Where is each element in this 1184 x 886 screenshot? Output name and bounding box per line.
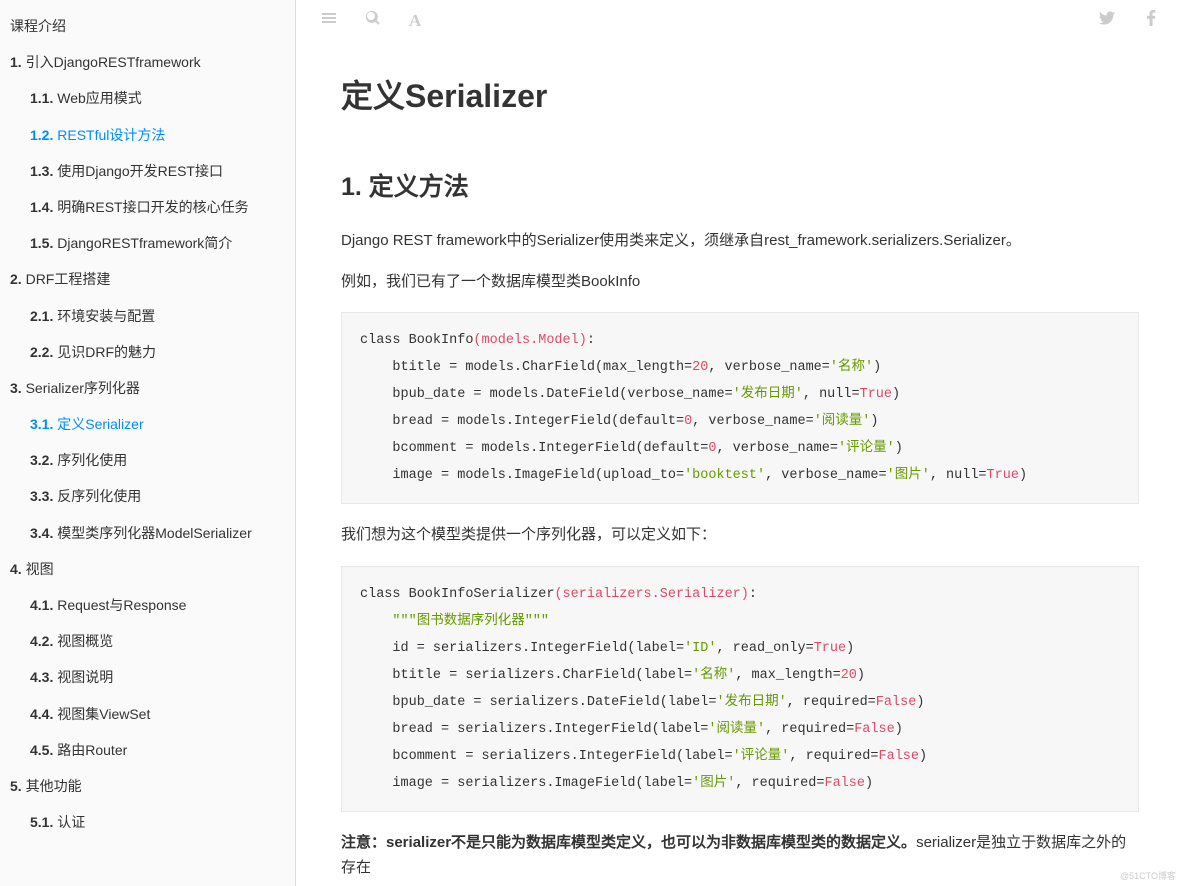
nav-item-8[interactable]: 2.1. 环境安装与配置	[0, 298, 295, 334]
nav-item-11[interactable]: 3.1. 定义Serializer	[0, 406, 295, 442]
main-content: A 定义Serializer 1. 定义方法 Django REST frame…	[296, 0, 1184, 886]
nav-item-21[interactable]: 5. 其他功能	[0, 768, 295, 804]
nav-item-17[interactable]: 4.2. 视图概览	[0, 623, 295, 659]
code-block-1: class BookInfo(models.Model): btitle = m…	[341, 312, 1139, 504]
watermark: @51CTO博客	[1120, 869, 1176, 882]
twitter-icon[interactable]	[1099, 10, 1115, 31]
nav-item-3[interactable]: 1.2. RESTful设计方法	[0, 117, 295, 153]
paragraph: Django REST framework中的Serializer使用类来定义，…	[341, 228, 1139, 254]
nav-item-16[interactable]: 4.1. Request与Response	[0, 587, 295, 623]
code-block-2: class BookInfoSerializer(serializers.Ser…	[341, 566, 1139, 812]
nav-item-14[interactable]: 3.4. 模型类序列化器ModelSerializer	[0, 515, 295, 551]
nav-item-22[interactable]: 5.1. 认证	[0, 804, 295, 840]
section-heading-1: 1. 定义方法	[341, 167, 1139, 203]
nav-item-6[interactable]: 1.5. DjangoRESTframework简介	[0, 225, 295, 261]
nav-item-12[interactable]: 3.2. 序列化使用	[0, 442, 295, 478]
nav-item-19[interactable]: 4.4. 视图集ViewSet	[0, 696, 295, 732]
paragraph: 例如，我们已有了一个数据库模型类BookInfo	[341, 269, 1139, 295]
nav-item-18[interactable]: 4.3. 视图说明	[0, 659, 295, 695]
nav-item-5[interactable]: 1.4. 明确REST接口开发的核心任务	[0, 189, 295, 225]
nav-item-4[interactable]: 1.3. 使用Django开发REST接口	[0, 153, 295, 189]
paragraph-emphasis: 注意：serializer不是只能为数据库模型类定义，也可以为非数据库模型类的数…	[341, 830, 1139, 881]
font-icon[interactable]: A	[409, 11, 421, 31]
nav-item-2[interactable]: 1.1. Web应用模式	[0, 80, 295, 116]
toolbar: A	[296, 0, 1184, 41]
nav-item-0[interactable]: 课程介绍	[0, 8, 295, 44]
paragraph: 我们想为这个模型类提供一个序列化器，可以定义如下：	[341, 522, 1139, 548]
nav-item-13[interactable]: 3.3. 反序列化使用	[0, 478, 295, 514]
page-title: 定义Serializer	[341, 71, 1139, 117]
nav-item-7[interactable]: 2. DRF工程搭建	[0, 261, 295, 297]
nav-item-9[interactable]: 2.2. 见识DRF的魅力	[0, 334, 295, 370]
nav-item-1[interactable]: 1. 引入DjangoRESTframework	[0, 44, 295, 80]
search-icon[interactable]	[365, 10, 381, 31]
nav-item-20[interactable]: 4.5. 路由Router	[0, 732, 295, 768]
nav-item-15[interactable]: 4. 视图	[0, 551, 295, 587]
sidebar-nav[interactable]: 课程介绍1. 引入DjangoRESTframework1.1. Web应用模式…	[0, 0, 296, 886]
menu-icon[interactable]	[321, 10, 337, 31]
nav-item-10[interactable]: 3. Serializer序列化器	[0, 370, 295, 406]
facebook-icon[interactable]	[1143, 10, 1159, 31]
